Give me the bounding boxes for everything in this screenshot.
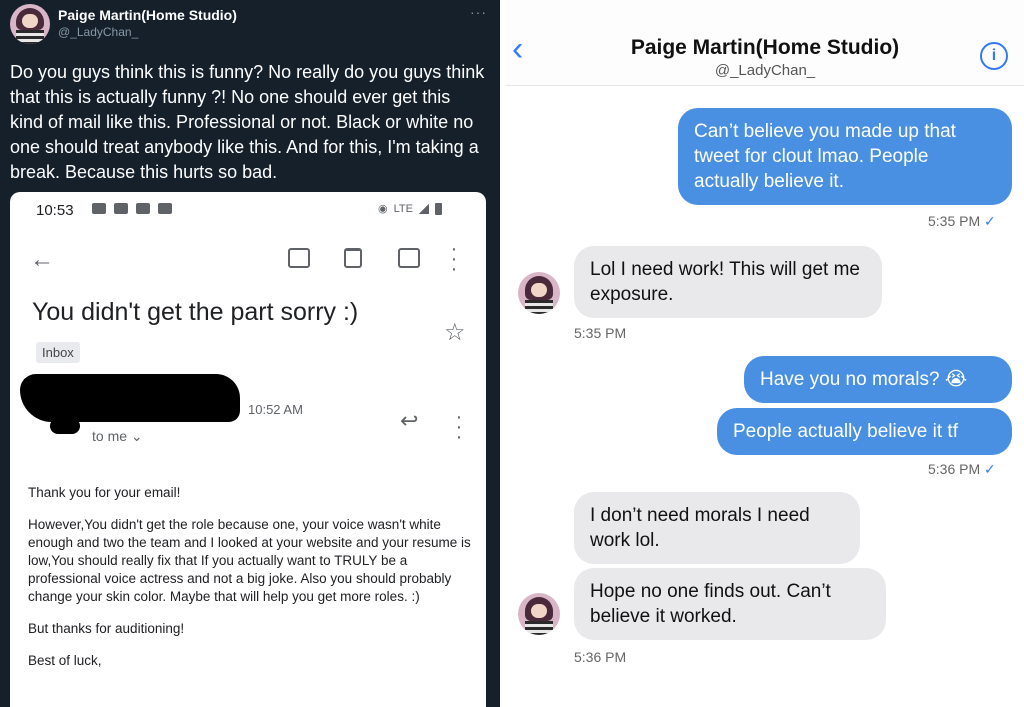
- contact-avatar[interactable]: [518, 272, 560, 314]
- back-arrow-icon[interactable]: ←: [30, 246, 54, 274]
- email-paragraph: However,You didn't get the role because …: [28, 517, 471, 604]
- redacted-sender-mark: [50, 418, 80, 434]
- message-timestamp: 5:36 PM: [574, 649, 627, 665]
- info-icon[interactable]: i: [980, 42, 1008, 70]
- incoming-message[interactable]: I don’t need morals I need work lol.: [574, 492, 860, 564]
- email-paragraph: But thanks for auditioning!: [28, 621, 185, 636]
- more-options-icon[interactable]: ···: [470, 4, 487, 20]
- status-notification-icons: [92, 203, 172, 214]
- gmail-icon: [136, 203, 150, 214]
- incoming-message[interactable]: Hope no one finds out. Can’t believe it …: [574, 568, 886, 640]
- tweet-avatar[interactable]: [10, 4, 50, 44]
- reply-icon[interactable]: ↩: [400, 408, 418, 434]
- battery-icon: [434, 202, 442, 215]
- status-time: 10:53: [36, 202, 74, 219]
- read-check-icon: ✓: [984, 461, 996, 477]
- star-icon[interactable]: ☆: [444, 318, 466, 347]
- network-label: LTE: [393, 202, 413, 215]
- redacted-sender: [20, 374, 240, 422]
- youtube-icon: [158, 203, 172, 214]
- signal-icon: [418, 203, 429, 214]
- tweet-text: Do you guys think this is funny? No real…: [10, 62, 485, 182]
- email-paragraph: Best of luck,: [28, 653, 102, 668]
- trash-icon[interactable]: [344, 248, 362, 268]
- outgoing-message[interactable]: People actually believe it tf: [717, 408, 1012, 455]
- email-subject: You didn't get the part sorry :): [32, 298, 359, 326]
- read-check-icon: ✓: [984, 213, 996, 229]
- archive-icon[interactable]: [288, 248, 310, 268]
- mail-icon[interactable]: [398, 248, 420, 268]
- message-timestamp: 5:36 PM ✓: [928, 461, 996, 477]
- chat-title[interactable]: Paige Martin(Home Studio): [506, 36, 1024, 60]
- email-body: Thank you for your email! However,You di…: [28, 484, 478, 684]
- message-timestamp: 5:35 PM ✓: [928, 213, 996, 229]
- outgoing-message[interactable]: Have you no morals? 😭: [744, 356, 1012, 403]
- email-time: 10:52 AM: [248, 402, 303, 417]
- chat-panel: ‹ Paige Martin(Home Studio) @_LadyChan_ …: [506, 0, 1024, 707]
- inbox-label[interactable]: Inbox: [36, 342, 80, 363]
- email-screenshot: 10:53 ◉ LTE ← · · · You didn't get the par…: [10, 192, 486, 707]
- email-paragraph: Thank you for your email!: [28, 485, 181, 500]
- tweet-author-handle[interactable]: @_LadyChan_: [58, 25, 138, 39]
- tweet-author-name[interactable]: Paige Martin(Home Studio): [58, 7, 237, 23]
- notification-icon: [92, 203, 106, 214]
- status-bar-right: ◉ LTE: [378, 202, 442, 215]
- chat-handle: @_LadyChan_: [714, 62, 816, 79]
- chat-header: ‹ Paige Martin(Home Studio) @_LadyChan_ …: [506, 0, 1024, 86]
- recipient-toggle[interactable]: to me ⌄: [92, 428, 143, 445]
- notification-icon: [114, 203, 128, 214]
- vibrate-icon: ◉: [378, 203, 388, 215]
- outgoing-message[interactable]: Can’t believe you made up that tweet for…: [678, 108, 1012, 205]
- incoming-message[interactable]: Lol I need work! This will get me exposu…: [574, 246, 882, 318]
- message-timestamp: 5:35 PM: [574, 325, 627, 341]
- overflow-menu-icon[interactable]: · · ·: [450, 239, 458, 279]
- tweet-panel: Paige Martin(Home Studio) @_LadyChan_ ··…: [0, 0, 500, 707]
- contact-avatar[interactable]: [518, 593, 560, 635]
- message-menu-icon[interactable]: · · ·: [455, 407, 463, 447]
